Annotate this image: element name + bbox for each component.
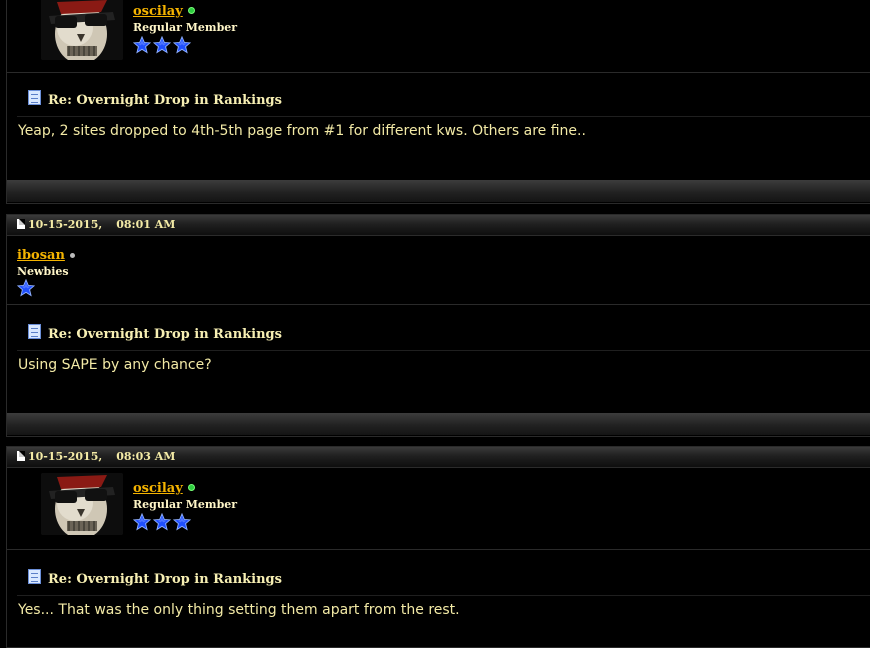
user-rank: Newbies bbox=[17, 265, 69, 278]
username-link[interactable]: oscilay bbox=[133, 4, 195, 19]
user-rank: Regular Member bbox=[133, 498, 238, 511]
post-header: 10-15-2015, 08:01 AM bbox=[7, 215, 870, 236]
post-3-title-row: Re: Overnight Drop in Rankings bbox=[17, 563, 870, 596]
date-icon bbox=[17, 451, 25, 461]
post-1-title-row: Re: Overnight Drop in Rankings bbox=[17, 84, 870, 117]
user-rank: Regular Member bbox=[133, 21, 238, 34]
avatar[interactable] bbox=[41, 473, 123, 535]
star-icon bbox=[152, 512, 172, 535]
post-title: Re: Overnight Drop in Rankings bbox=[48, 572, 282, 587]
post-3: 10-15-2015, 08:03 AM oscilay Regular Memb… bbox=[6, 446, 870, 648]
post-date: 10-15-2015, bbox=[28, 450, 103, 463]
online-status-icon bbox=[187, 484, 195, 491]
post-message: Yes... That was the only thing setting t… bbox=[18, 602, 460, 618]
online-status-icon bbox=[187, 7, 195, 14]
post-2: 10-15-2015, 08:01 AM ibosan Newbies Re: O… bbox=[6, 214, 870, 437]
star-icon bbox=[172, 512, 192, 535]
avatar-skull bbox=[41, 473, 123, 535]
post-message: Yeap, 2 sites dropped to 4th-5th page fr… bbox=[18, 123, 586, 139]
username-link[interactable]: oscilay bbox=[133, 481, 195, 496]
post-footer bbox=[7, 413, 870, 435]
post-icon bbox=[28, 90, 41, 105]
post-icon bbox=[28, 569, 41, 584]
post-date: 10-15-2015, bbox=[28, 218, 103, 231]
post-header: 10-15-2015, 08:03 AM bbox=[7, 447, 870, 468]
post-footer bbox=[7, 180, 870, 202]
post-time: 08:03 AM bbox=[116, 450, 176, 463]
star-icon bbox=[172, 35, 192, 58]
avatar-skull bbox=[41, 0, 123, 60]
username-link[interactable]: ibosan bbox=[17, 248, 75, 263]
rank-stars bbox=[132, 35, 192, 58]
post-title: Re: Overnight Drop in Rankings bbox=[48, 93, 282, 108]
date-icon bbox=[17, 219, 25, 229]
rank-stars bbox=[132, 512, 192, 535]
post-time: 08:01 AM bbox=[116, 218, 176, 231]
star-icon bbox=[152, 35, 172, 58]
star-icon bbox=[132, 35, 152, 58]
post-message: Using SAPE by any chance? bbox=[18, 357, 212, 373]
post-icon bbox=[28, 324, 41, 339]
post-3-userinfo: oscilay Regular Member bbox=[7, 468, 870, 550]
post-1: oscilay Regular Member Re: Overnight Dro… bbox=[6, 0, 870, 204]
post-1-userinfo: oscilay Regular Member bbox=[7, 0, 870, 73]
star-icon bbox=[16, 278, 36, 301]
post-title: Re: Overnight Drop in Rankings bbox=[48, 327, 282, 342]
star-icon bbox=[132, 512, 152, 535]
post-2-title-row: Re: Overnight Drop in Rankings bbox=[17, 318, 870, 351]
post-2-userinfo: ibosan Newbies bbox=[7, 236, 870, 305]
avatar[interactable] bbox=[41, 0, 123, 60]
offline-status-icon bbox=[69, 253, 75, 258]
rank-stars bbox=[16, 278, 36, 301]
